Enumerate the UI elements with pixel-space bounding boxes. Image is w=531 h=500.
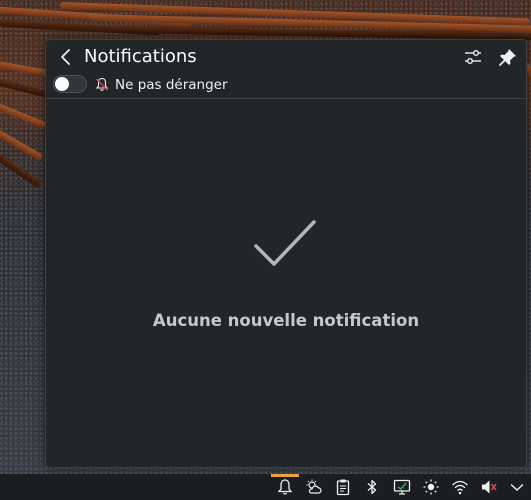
popup-title: Notifications [84,46,197,67]
popup-header: Notifications [46,40,526,74]
pin-icon[interactable] [497,46,519,68]
configure-sliders-icon[interactable] [462,46,484,68]
bell-slash-icon [95,77,109,91]
display-configuration-icon[interactable] [393,478,411,496]
volume-muted-icon[interactable] [480,478,498,496]
expand-tray-icon[interactable] [508,478,526,496]
back-arrow-icon[interactable] [55,46,77,68]
do-not-disturb-label: Ne pas déranger [115,77,228,93]
empty-state-message: Aucune nouvelle notification [152,311,420,330]
notifications-bell-icon[interactable] [276,478,294,496]
taskbar [0,474,531,500]
brightness-icon[interactable] [422,478,440,496]
wifi-icon[interactable] [451,478,469,496]
notifications-popup: Notifications Ne pas déranger Aucune nou… [45,39,527,468]
clipboard-icon[interactable] [334,478,352,496]
checkmark-icon [254,220,316,266]
bluetooth-icon[interactable] [363,478,381,496]
weather-icon[interactable] [305,478,323,496]
do-not-disturb-row: Ne pas déranger [53,74,353,96]
toggle-knob [55,77,69,91]
active-tray-indicator [271,474,299,477]
header-divider [46,98,526,99]
do-not-disturb-toggle[interactable] [53,75,87,93]
